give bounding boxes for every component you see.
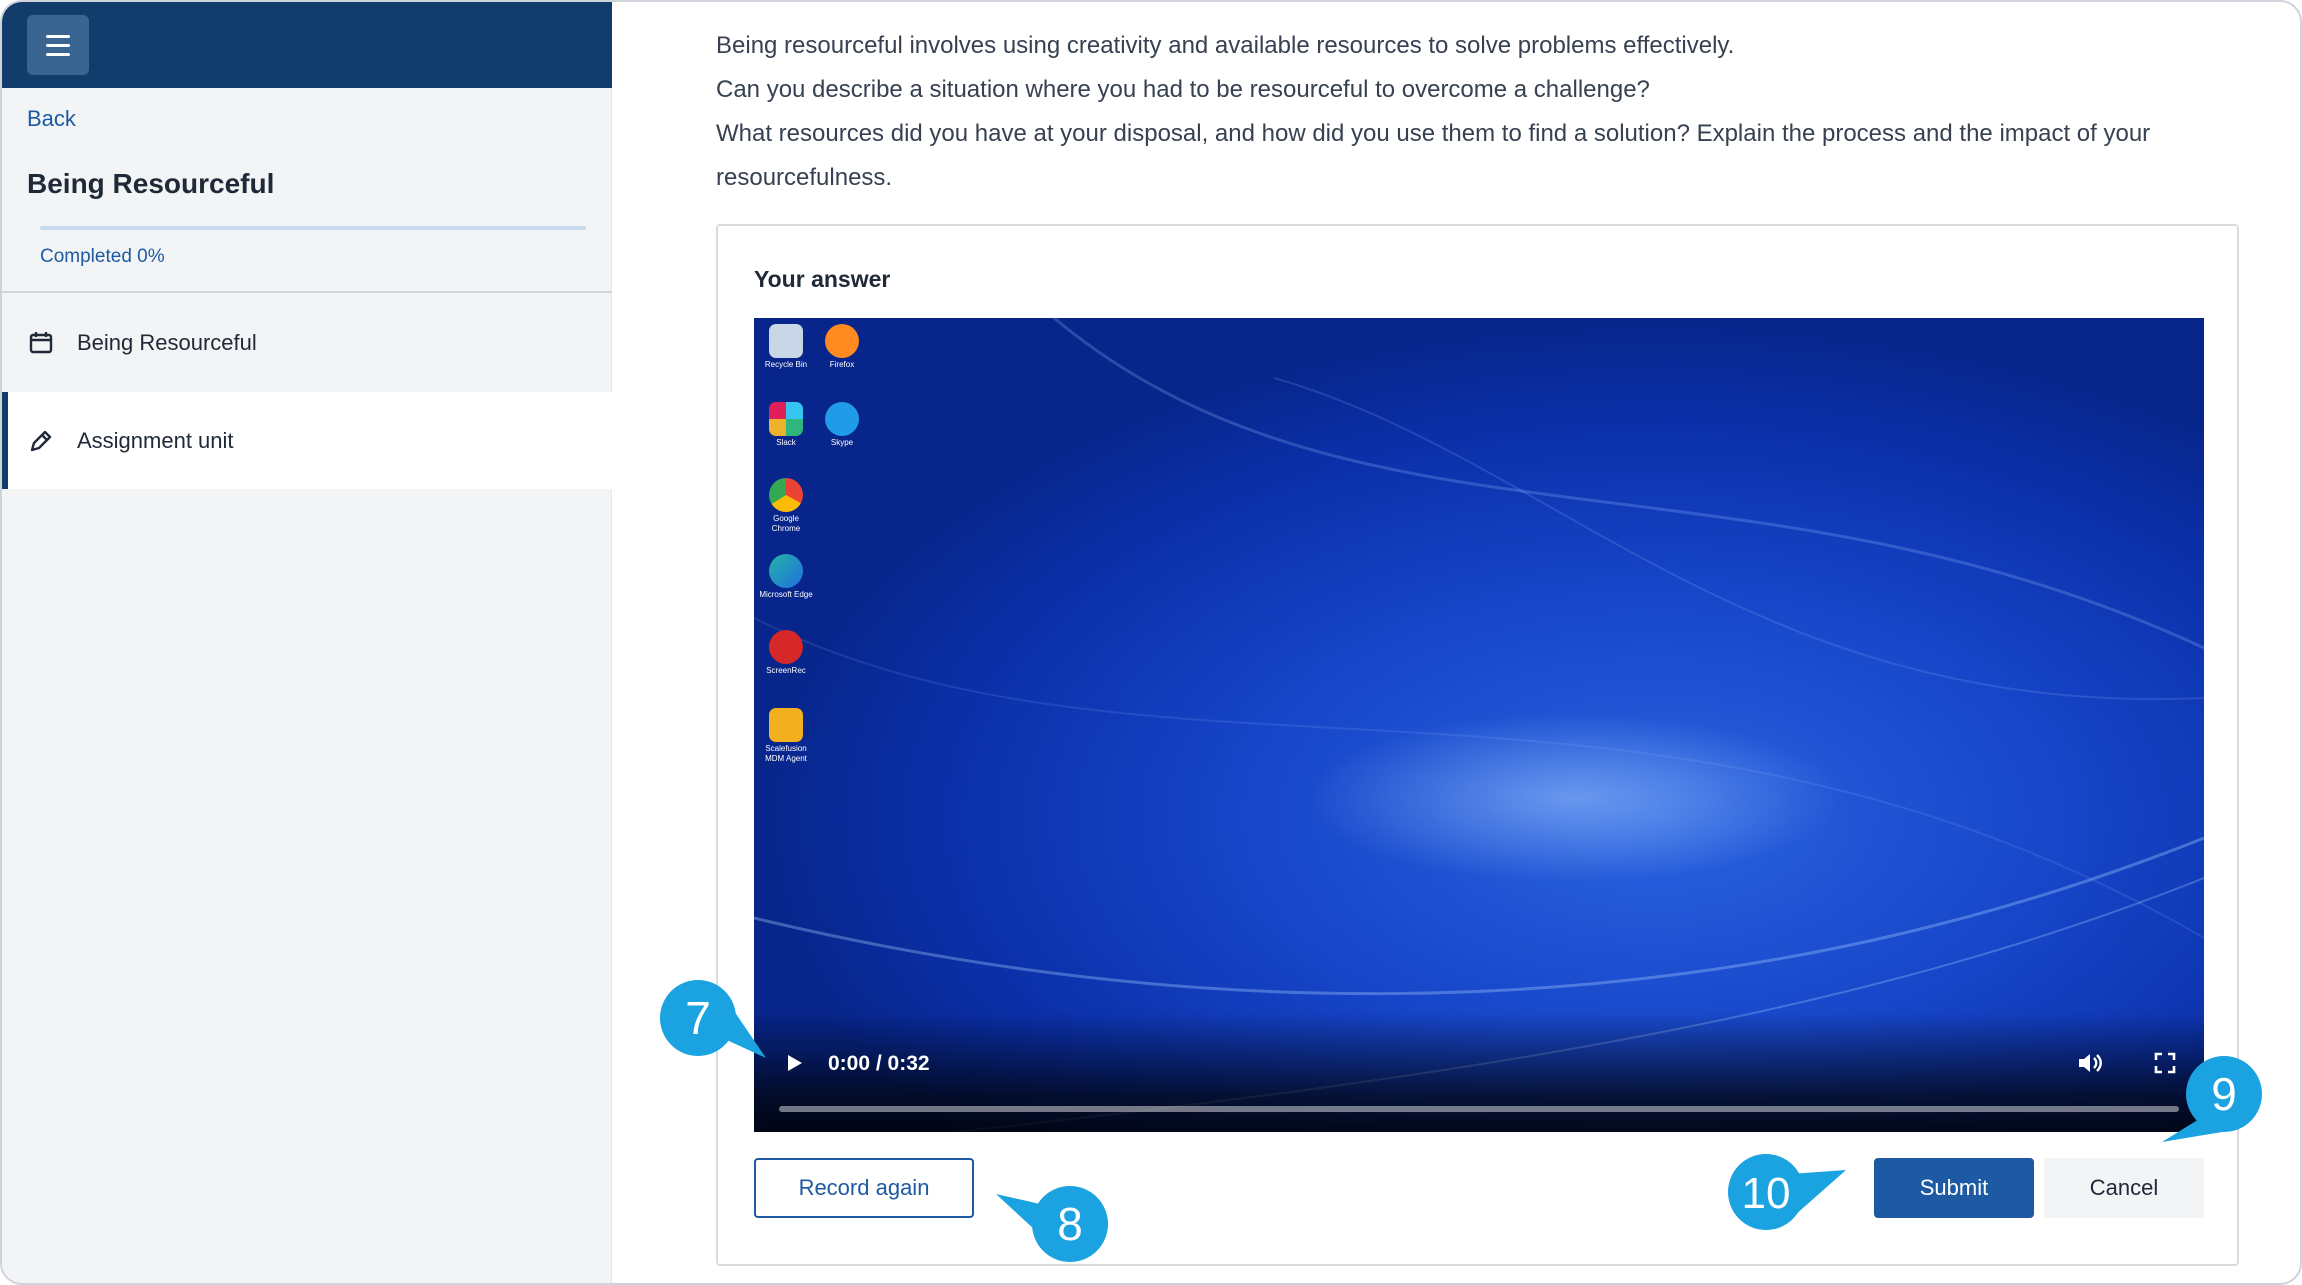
firefox-icon bbox=[825, 324, 859, 358]
skype-icon bbox=[825, 402, 859, 436]
question-line: What resources did you have at your disp… bbox=[716, 120, 2151, 191]
callout-9: 9 bbox=[2162, 1056, 2262, 1142]
recycle-bin-icon bbox=[769, 324, 803, 358]
app-frame: Back Being Resourceful Completed 0% Bein… bbox=[0, 0, 2302, 1285]
desktop-icon-slack: Slack bbox=[758, 402, 814, 448]
progress-bar bbox=[40, 226, 586, 230]
callout-8: 8 bbox=[996, 1186, 1108, 1262]
chrome-icon bbox=[769, 478, 803, 512]
callout-7: 7 bbox=[660, 980, 766, 1058]
desktop-icon-firefox: Firefox bbox=[814, 324, 870, 370]
callout-number: 9 bbox=[2211, 1068, 2237, 1120]
answer-label: Your answer bbox=[754, 266, 891, 292]
question-line: Can you describe a situation where you h… bbox=[716, 76, 1650, 103]
scalefusion-icon bbox=[769, 708, 803, 742]
video-controls: 0:00 / 0:32 bbox=[754, 1012, 2204, 1132]
slack-icon bbox=[769, 402, 803, 436]
hamburger-menu-icon[interactable] bbox=[27, 15, 89, 75]
callout-number: 7 bbox=[685, 992, 711, 1044]
callout-number: 10 bbox=[1742, 1169, 1791, 1218]
desktop-icon-skype: Skype bbox=[814, 402, 870, 448]
cancel-button[interactable]: Cancel bbox=[2044, 1158, 2204, 1218]
sidebar-divider bbox=[2, 291, 612, 293]
question-text: Being resourceful involves using creativ… bbox=[716, 24, 2236, 200]
callout-number: 8 bbox=[1057, 1198, 1083, 1250]
edge-icon bbox=[769, 554, 803, 588]
video-player[interactable]: Recycle Bin Firefox Slack Skype Google C… bbox=[754, 318, 2204, 1132]
question-line: Being resourceful involves using creativ… bbox=[716, 32, 1735, 59]
sidebar-item-being-resourceful[interactable]: Being Resourceful bbox=[2, 294, 612, 391]
sidebar: Back Being Resourceful Completed 0% Bein… bbox=[2, 2, 612, 1283]
desktop-icon-microsoft-edge: Microsoft Edge bbox=[758, 554, 814, 600]
play-icon[interactable] bbox=[782, 1051, 806, 1075]
course-title: Being Resourceful bbox=[27, 168, 275, 199]
callout-10: 10 bbox=[1728, 1154, 1846, 1230]
video-time: 0:00 / 0:32 bbox=[828, 1052, 930, 1075]
sidebar-header bbox=[2, 2, 612, 88]
screenrec-icon bbox=[769, 630, 803, 664]
answer-card: Your answer Recycle Bin Firefox Slack Sk… bbox=[716, 224, 2239, 1266]
calendar-icon bbox=[27, 329, 55, 357]
sidebar-item-label: Being Resourceful bbox=[77, 329, 257, 355]
video-scrubber[interactable] bbox=[779, 1106, 2179, 1112]
back-link[interactable]: Back bbox=[27, 106, 76, 132]
submit-button[interactable]: Submit bbox=[1874, 1158, 2034, 1218]
desktop-icon-scalefusion: Scalefusion MDM Agent bbox=[758, 708, 814, 764]
desktop-icon-screenrec: ScreenRec bbox=[758, 630, 814, 676]
pencil-icon bbox=[27, 427, 55, 455]
wallpaper-waves bbox=[754, 318, 2204, 1132]
progress-label: Completed 0% bbox=[40, 246, 165, 267]
record-again-button[interactable]: Record again bbox=[754, 1158, 974, 1218]
sidebar-item-assignment-unit[interactable]: Assignment unit bbox=[2, 392, 612, 489]
desktop-icon-recycle-bin: Recycle Bin bbox=[758, 324, 814, 370]
volume-icon[interactable] bbox=[2076, 1050, 2104, 1076]
sidebar-item-label: Assignment unit bbox=[77, 427, 234, 453]
desktop-icon-google-chrome: Google Chrome bbox=[758, 478, 814, 534]
